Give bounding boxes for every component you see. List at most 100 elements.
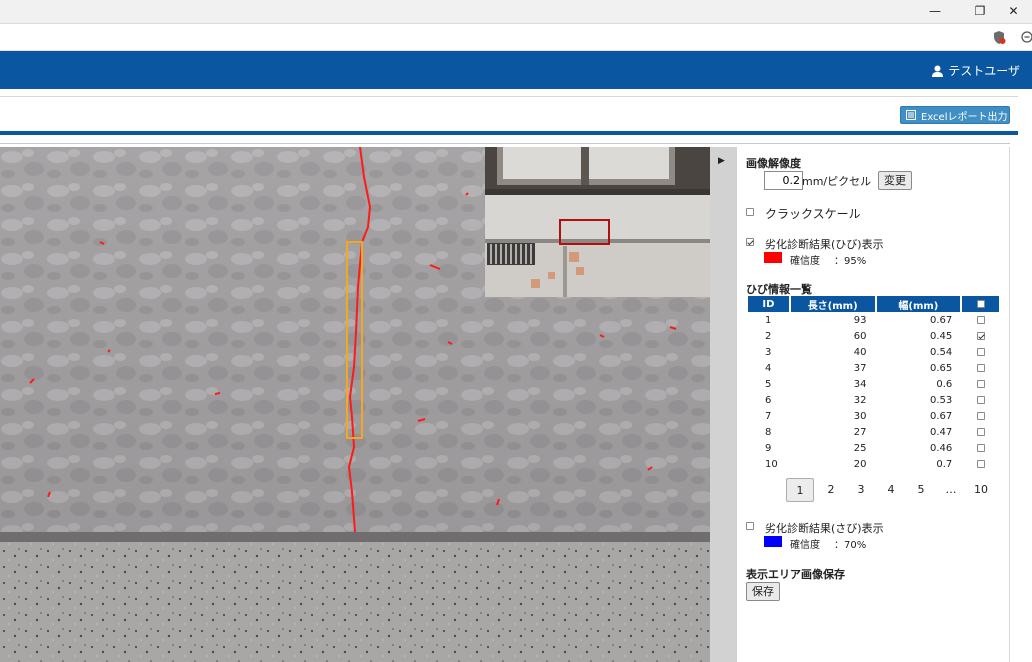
crack-confidence-label: 確信度	[790, 256, 820, 267]
table-row[interactable]: 2 60 0.45	[748, 328, 999, 344]
crack-color-swatch	[764, 252, 782, 263]
rust-result-checkbox[interactable]	[746, 522, 754, 530]
excel-icon	[906, 110, 916, 120]
col-header-width[interactable]: 幅(mm)	[876, 296, 961, 312]
cell-id: 3	[765, 346, 772, 358]
table-row[interactable]: 6 32 0.53	[748, 392, 999, 408]
cell-length: 25	[853, 442, 867, 454]
cell-id: 10	[765, 458, 778, 470]
row-checkbox[interactable]	[976, 379, 985, 388]
cell-width: 0.46	[929, 442, 953, 454]
resolution-title: 画像解像度	[746, 157, 801, 170]
cell-length: 37	[853, 362, 867, 374]
user-icon	[932, 65, 944, 77]
row-checkbox[interactable]	[976, 443, 985, 452]
page-link-3[interactable]: 3	[846, 478, 876, 502]
cell-length: 30	[853, 410, 867, 422]
rust-color-swatch	[764, 536, 782, 547]
page-link-2[interactable]: 2	[816, 478, 846, 502]
cell-length: 60	[853, 330, 867, 342]
row-checkbox[interactable]	[976, 427, 985, 436]
cell-length: 27	[853, 426, 867, 438]
table-row[interactable]: 5 34 0.6	[748, 376, 999, 392]
cell-width: 0.65	[929, 362, 953, 374]
user-menu[interactable]: テストユーザ	[932, 62, 1020, 79]
side-panel: 画像解像度 mm/ピクセル 変更 クラックスケール 劣化診断結果(ひび)表示 確…	[737, 147, 1010, 662]
crack-result-label: 劣化診断結果(ひび)表示	[765, 238, 884, 251]
window-titlebar: — ❐ ✕	[0, 0, 1032, 24]
page-link-4[interactable]: 4	[876, 478, 906, 502]
select-all-checkbox[interactable]	[976, 299, 985, 308]
row-checkbox[interactable]	[976, 411, 985, 420]
cell-length: 93	[853, 314, 867, 326]
excel-report-label: Excelレポート出力	[921, 111, 1008, 123]
cell-width: 0.7	[936, 458, 953, 470]
app-header: テストユーザ	[0, 51, 1032, 89]
resolution-input[interactable]	[764, 171, 803, 190]
cell-select	[962, 360, 999, 376]
table-row[interactable]: 7 30 0.67	[748, 408, 999, 424]
image-viewer[interactable]	[0, 147, 710, 662]
panel-splitter[interactable]: ▶	[710, 147, 737, 662]
resolution-change-button[interactable]: 変更	[878, 171, 912, 190]
cell-select	[962, 440, 999, 456]
close-button[interactable]: ✕	[995, 0, 1032, 24]
table-row[interactable]: 4 37 0.65	[748, 360, 999, 376]
cell-select	[962, 328, 999, 344]
shield-icon[interactable]	[992, 30, 1006, 45]
save-title: 表示エリア画像保存	[746, 568, 845, 581]
save-button[interactable]: 保存	[746, 582, 780, 601]
page-link-10[interactable]: 10	[966, 478, 996, 502]
excel-report-button[interactable]: Excelレポート出力	[900, 106, 1010, 124]
cell-id: 5	[765, 378, 772, 390]
crack-confidence-value: ：95%	[834, 256, 867, 267]
row-checkbox[interactable]	[976, 459, 985, 468]
cell-select	[962, 344, 999, 360]
overview-minimap[interactable]	[485, 147, 710, 297]
content-divider	[0, 143, 1010, 144]
crack-table: ID 長さ(mm) 幅(mm) 1 93 0.67 2 60 0.45 3 40 0.54 4 37…	[746, 296, 1001, 472]
col-header-id[interactable]: ID	[748, 296, 789, 312]
table-row[interactable]: 10 20 0.7	[748, 456, 999, 472]
crack-scale-label: クラックスケール	[765, 207, 861, 221]
page-ellipsis: …	[945, 483, 957, 496]
pagination: 1 2 3 4 5 … 10	[786, 478, 996, 502]
cell-length: 40	[853, 346, 867, 358]
cell-id: 9	[765, 442, 772, 454]
row-checkbox[interactable]	[976, 347, 985, 356]
triangle-right-icon[interactable]: ▶	[718, 156, 725, 166]
user-name: テストユーザ	[948, 64, 1020, 78]
crack-result-checkbox[interactable]	[746, 238, 754, 246]
table-row[interactable]: 9 25 0.46	[748, 440, 999, 456]
col-header-length[interactable]: 長さ(mm)	[790, 296, 875, 312]
table-row[interactable]: 3 40 0.54	[748, 344, 999, 360]
row-checkbox[interactable]	[976, 315, 985, 324]
page-link-1[interactable]: 1	[786, 478, 814, 502]
crack-scale-checkbox[interactable]	[746, 208, 754, 216]
row-checkbox[interactable]	[976, 395, 985, 404]
cell-width: 0.53	[929, 394, 953, 406]
rust-confidence-label: 確信度	[790, 540, 820, 551]
cell-width: 0.54	[929, 346, 953, 358]
table-row[interactable]: 8 27 0.47	[748, 424, 999, 440]
cell-width: 0.45	[929, 330, 953, 342]
cell-id: 1	[765, 314, 772, 326]
col-header-select[interactable]	[962, 296, 999, 312]
cell-id: 8	[765, 426, 772, 438]
page-link-5[interactable]: 5	[906, 478, 936, 502]
toolbar-divider	[0, 131, 1018, 135]
browser-toolbar	[0, 24, 1032, 51]
table-row[interactable]: 1 93 0.67	[748, 312, 999, 328]
row-checkbox[interactable]	[976, 363, 985, 372]
zoom-icon[interactable]	[1020, 30, 1032, 45]
rust-confidence-value: ：70%	[834, 540, 867, 551]
row-checkbox[interactable]	[976, 331, 985, 340]
cell-id: 7	[765, 410, 772, 422]
cell-width: 0.6	[936, 378, 953, 390]
resolution-unit: mm/ピクセル	[802, 175, 872, 188]
crack-list-title: ひび情報一覧	[746, 283, 812, 296]
cell-width: 0.47	[929, 426, 953, 438]
cell-width: 0.67	[929, 314, 953, 326]
cell-length: 20	[853, 458, 867, 470]
minimize-button[interactable]: —	[912, 0, 958, 24]
